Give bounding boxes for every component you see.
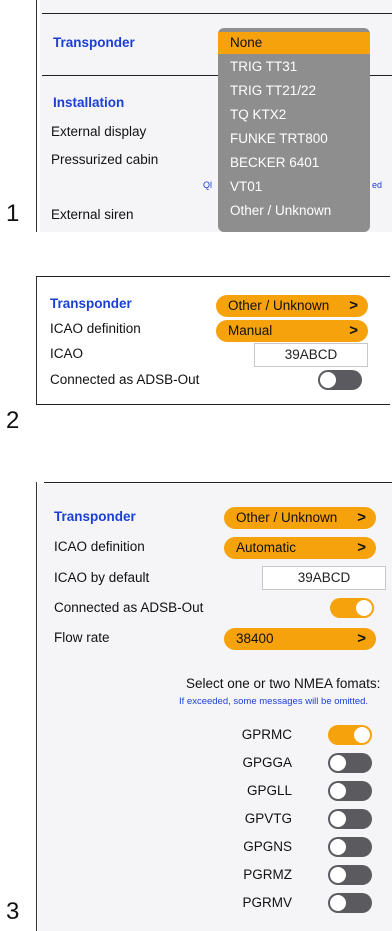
dropdown-option-other-unknown[interactable]: Other / Unknown [218, 200, 370, 222]
dropdown-option-becker-6401[interactable]: BECKER 6401 [218, 152, 370, 174]
chevron-right-icon: > [349, 322, 358, 339]
transponder-dropdown-menu[interactable]: None TRIG TT31 TRIG TT21/22 TQ KTX2 FUNK… [218, 28, 370, 232]
chevron-right-icon: > [357, 630, 366, 647]
toggle-knob [354, 727, 370, 743]
external-display-label: External display [51, 124, 147, 139]
nmea-pgrmz-toggle[interactable] [328, 865, 372, 885]
icao-definition-label: ICAO definition [54, 539, 145, 554]
toggle-knob [330, 811, 346, 827]
transponder-label: Transponder [54, 509, 136, 524]
dropdown-option-trig-tt21-22[interactable]: TRIG TT21/22 [218, 80, 370, 102]
icao-definition-select[interactable]: Automatic > [224, 537, 376, 559]
section-1-left-border [36, 0, 37, 232]
toggle-knob [330, 895, 346, 911]
dropdown-option-none[interactable]: None [218, 32, 370, 54]
dropdown-option-trig-tt31[interactable]: TRIG TT31 [218, 56, 370, 78]
nmea-gpgns-toggle[interactable] [328, 837, 372, 857]
nmea-format-label: PGRMZ [243, 867, 292, 882]
chevron-right-icon: > [357, 509, 366, 526]
installation-heading: Installation [53, 95, 125, 110]
section-1-top-divider [42, 13, 392, 14]
chevron-right-icon: > [349, 297, 358, 314]
transponder-value: Other / Unknown [236, 510, 338, 525]
toggle-knob [330, 755, 346, 771]
hidden-link-text-left: Ql [203, 180, 212, 190]
adsb-out-label: Connected as ADSB-Out [54, 600, 204, 615]
adsb-out-label: Connected as ADSB-Out [50, 372, 200, 387]
nmea-format-label: GPVTG [244, 811, 292, 826]
icao-input[interactable]: 39ABCD [254, 343, 368, 367]
flow-rate-label: Flow rate [54, 630, 110, 645]
flow-rate-value: 38400 [236, 631, 274, 646]
section-number: 3 [6, 898, 20, 925]
chevron-right-icon: > [357, 539, 366, 556]
nmea-format-label: GPGNS [243, 839, 292, 854]
section-2-left-border [36, 276, 37, 404]
section-number: 1 [6, 200, 20, 227]
pressurized-cabin-label: Pressurized cabin [51, 152, 159, 167]
toggle-knob [356, 600, 372, 616]
icao-default-input[interactable]: 39ABCD [262, 566, 386, 590]
section-2-top-divider [36, 276, 390, 277]
nmea-format-label: GPGGA [242, 755, 292, 770]
dropdown-option-vt01[interactable]: VT01 [218, 176, 370, 198]
nmea-gpvtg-toggle[interactable] [328, 809, 372, 829]
dropdown-option-funke-trt800[interactable]: FUNKE TRT800 [218, 128, 370, 150]
icao-definition-select[interactable]: Manual > [216, 320, 368, 342]
nmea-gpgga-toggle[interactable] [328, 753, 372, 773]
nmea-warning: If exceeded, some messages will be omitt… [179, 696, 369, 707]
section-2-bottom-divider [36, 404, 390, 405]
section-3-top-divider [44, 482, 392, 483]
toggle-knob [330, 867, 346, 883]
nmea-pgrmv-toggle[interactable] [328, 893, 372, 913]
nmea-format-label: GPGLL [246, 783, 292, 798]
dropdown-option-tq-ktx2[interactable]: TQ KTX2 [218, 104, 370, 126]
icao-definition-label: ICAO definition [50, 321, 141, 336]
toggle-knob [330, 783, 346, 799]
transponder-select[interactable]: Other / Unknown > [216, 295, 368, 317]
icao-default-label: ICAO by default [54, 570, 150, 585]
section-number: 2 [6, 407, 20, 434]
nmea-gprmc-toggle[interactable] [328, 725, 372, 745]
nmea-heading: Select one or two NMEA fomats: [186, 676, 381, 691]
section-3-left-border [36, 482, 37, 931]
toggle-knob [330, 839, 346, 855]
flow-rate-select[interactable]: 38400 > [224, 628, 376, 650]
icao-definition-value: Manual [228, 323, 273, 338]
transponder-value: Other / Unknown [228, 298, 330, 313]
icao-label: ICAO [50, 346, 84, 361]
adsb-out-toggle[interactable] [318, 370, 362, 390]
external-siren-label: External siren [51, 207, 134, 222]
transponder-heading: Transponder [53, 35, 135, 50]
toggle-knob [320, 372, 336, 388]
nmea-format-label: GPRMC [241, 727, 292, 742]
nmea-format-label: PGRMV [242, 895, 292, 910]
transponder-select[interactable]: Other / Unknown > [224, 507, 376, 529]
adsb-out-toggle[interactable] [330, 598, 374, 618]
transponder-label: Transponder [50, 296, 132, 311]
nmea-gpgll-toggle[interactable] [328, 781, 372, 801]
icao-definition-value: Automatic [236, 540, 297, 555]
hidden-link-text-right: ed [372, 180, 383, 190]
